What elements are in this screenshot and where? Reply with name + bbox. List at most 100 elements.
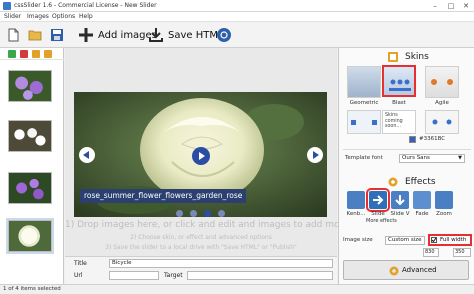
effect-zoom-label: Zoom xyxy=(436,211,452,217)
add-image-icon[interactable] xyxy=(8,50,16,58)
slide-arrow-icon xyxy=(373,195,384,205)
blast-preview-icon xyxy=(389,79,411,91)
checkmark-icon xyxy=(431,237,437,243)
slide-properties: Title Bicycle Url Target xyxy=(65,256,337,284)
width-input[interactable]: 830 xyxy=(423,248,439,257)
stage-hint-1: 1) Drop images here, or click and edit a… xyxy=(65,220,378,230)
folder-icon xyxy=(28,30,42,41)
skin-color-value[interactable]: #3361BC xyxy=(419,136,445,142)
effects-header: Effects xyxy=(405,177,436,187)
skin-geometric[interactable] xyxy=(347,66,381,98)
save-html-button[interactable]: Save HTML xyxy=(148,26,224,44)
undo-icon[interactable] xyxy=(32,50,40,58)
title-bar: cssSlider 1.6 - Commercial License - New… xyxy=(0,0,474,12)
target-select[interactable] xyxy=(187,271,333,280)
advanced-label: Advanced xyxy=(402,266,437,274)
menu-help[interactable]: Help xyxy=(79,13,93,20)
stage-hint-3: 3) Save the slider to a local drive with… xyxy=(105,244,297,251)
menu-slider[interactable]: Slider xyxy=(4,13,21,20)
skin-6-preview-icon xyxy=(432,119,452,125)
minimize-icon[interactable]: – xyxy=(428,1,442,11)
template-font-label: Template font xyxy=(345,155,383,161)
app-icon xyxy=(3,2,11,10)
skin-color-swatch[interactable] xyxy=(409,136,416,143)
menu-bar: Slider Images Options Help xyxy=(0,12,474,22)
skin-tile-6[interactable] xyxy=(425,110,459,134)
skin-tile-4[interactable] xyxy=(347,110,381,134)
menu-images[interactable]: Images xyxy=(27,13,49,20)
image-list-panel xyxy=(0,48,64,284)
window-title: cssSlider 1.6 - Commercial License - New… xyxy=(14,2,157,9)
new-button[interactable] xyxy=(6,26,20,44)
maximize-icon[interactable]: □ xyxy=(444,1,458,11)
skins-coming-soon-label: Skins coming soon... xyxy=(385,113,403,129)
skin-blast-label: Blast xyxy=(392,100,406,106)
settings-panel: Skins Geometric Blast Agile Skins coming… xyxy=(338,48,474,284)
height-input[interactable]: 350 xyxy=(453,248,471,257)
thumbnail-1[interactable] xyxy=(8,70,52,102)
skin-4-preview-icon xyxy=(351,120,377,125)
effect-fade-label: Fade xyxy=(415,211,429,217)
more-effects-link[interactable]: More effects xyxy=(366,218,397,224)
full-width-option[interactable]: Full width xyxy=(428,234,472,246)
toolbar: Add images Save HTML xyxy=(0,22,474,48)
advanced-button[interactable]: Advanced xyxy=(343,260,469,280)
skins-icon xyxy=(388,52,398,62)
effect-zoom[interactable] xyxy=(435,191,453,209)
bullet-2[interactable] xyxy=(190,210,197,217)
separator xyxy=(343,149,471,150)
skin-tile-coming-soon: Skins coming soon... xyxy=(382,110,416,134)
slide-v-arrow-icon xyxy=(395,195,405,206)
skin-blast[interactable] xyxy=(382,65,416,97)
title-label: Title xyxy=(74,260,87,267)
open-button[interactable] xyxy=(28,26,42,44)
skin-agile[interactable] xyxy=(425,66,459,98)
template-font-select[interactable]: Ours Sans ▼ xyxy=(399,154,465,163)
image-size-value: Custom size xyxy=(388,237,422,243)
menu-options[interactable]: Options xyxy=(52,13,75,20)
bullet-3[interactable] xyxy=(204,210,211,217)
bullet-4[interactable] xyxy=(218,210,225,217)
chevron-right-icon xyxy=(313,151,319,159)
publish-button[interactable] xyxy=(216,26,232,44)
skin-agile-label: Agile xyxy=(435,100,449,106)
next-slide-button[interactable] xyxy=(307,147,323,163)
save-disk-icon xyxy=(51,29,63,41)
slide-bullets xyxy=(176,208,226,217)
slide-caption: rose_summer_flower_flowers_garden_rose xyxy=(80,189,247,203)
skins-header: Skins xyxy=(405,52,429,62)
redo-icon[interactable] xyxy=(44,50,52,58)
skin-geometric-label: Geometric xyxy=(349,100,379,106)
image-size-label: Image size xyxy=(343,237,373,243)
image-size-select[interactable]: Custom size xyxy=(385,236,425,245)
effect-slide[interactable] xyxy=(366,188,390,212)
effect-fade[interactable] xyxy=(413,191,431,209)
play-button[interactable] xyxy=(192,147,210,165)
thumbnail-3[interactable] xyxy=(8,172,52,204)
thumbnail-4[interactable] xyxy=(6,218,54,254)
bullet-1[interactable] xyxy=(176,210,183,217)
add-images-button[interactable]: Add images xyxy=(78,26,157,44)
full-width-checkbox[interactable] xyxy=(431,237,437,243)
thumbnail-2[interactable] xyxy=(8,120,52,152)
title-input[interactable]: Bicycle xyxy=(109,259,333,268)
effect-slide-label: Slide xyxy=(371,211,385,217)
effect-slide-v[interactable] xyxy=(391,191,409,209)
effects-gear-icon xyxy=(388,177,398,187)
image-list-tools xyxy=(0,48,64,60)
chevron-down-icon: ▼ xyxy=(458,155,462,161)
prev-slide-button[interactable] xyxy=(79,147,95,163)
effect-kenburns[interactable] xyxy=(347,191,365,209)
url-input[interactable] xyxy=(109,271,159,280)
save-button[interactable] xyxy=(50,26,64,44)
template-font-value: Ours Sans xyxy=(402,155,430,161)
effect-slide-v-label: Slide V xyxy=(390,211,410,217)
agile-preview-icon xyxy=(431,79,453,85)
status-bar: 1 of 4 items selected xyxy=(0,284,474,294)
target-label: Target xyxy=(164,272,183,279)
play-icon xyxy=(199,152,205,160)
advanced-gear-icon xyxy=(389,266,399,276)
remove-image-icon[interactable] xyxy=(20,50,28,58)
slide-image: rose_summer_flower_flowers_garden_rose xyxy=(74,92,327,217)
close-icon[interactable]: ✕ xyxy=(459,1,473,11)
